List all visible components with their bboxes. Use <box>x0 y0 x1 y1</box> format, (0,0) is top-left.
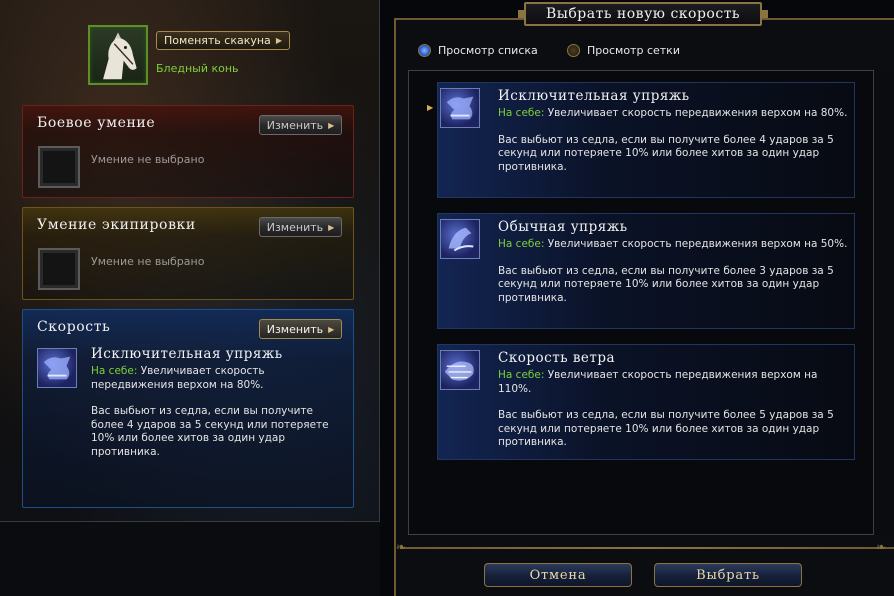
speed-selected-name: Исключительная упряжь <box>91 346 283 362</box>
combat-skill-slot: Боевое умение Изменить ▶ Умение не выбра… <box>22 105 354 198</box>
speed-selected-description: На себе: Увеличивает скорость передвижен… <box>91 365 343 459</box>
item-dismount: Вас выбьют из седла, если вы получите бо… <box>498 264 834 304</box>
item-effect: Увеличивает скорость передвижения верхом… <box>547 238 848 250</box>
left-bottom-strip <box>0 522 380 596</box>
item-effect: Увеличивает скорость передвижения верхом… <box>498 369 818 395</box>
horse-portrait <box>88 25 148 85</box>
harness-icon[interactable] <box>37 348 77 388</box>
grid-view-label: Просмотр сетки <box>587 44 680 57</box>
change-mount-label: Поменять скакуна <box>164 34 271 47</box>
on-self-label: На себе: <box>498 369 545 381</box>
equipment-skill-slot: Умение экипировки Изменить ▶ Умение не в… <box>22 207 354 300</box>
combat-empty-slot[interactable] <box>38 146 80 188</box>
equipment-empty-slot[interactable] <box>38 248 80 290</box>
select-button[interactable]: Выбрать <box>654 563 802 587</box>
equipment-empty-label: Умение не выбрано <box>91 255 205 268</box>
speed-slot: Скорость Изменить ▶ Исключительная упряж… <box>22 309 354 508</box>
radio-selected-icon <box>418 44 431 57</box>
item-dismount: Вас выбьют из седла, если вы получите бо… <box>498 133 834 173</box>
speed-title: Скорость <box>37 319 111 335</box>
mount-loadout-panel: Поменять скакуна ▶ Бледный конь Боевое у… <box>0 0 380 522</box>
horse-head-icon <box>103 32 137 80</box>
dialog-title: Выбрать новую скорость <box>518 2 768 26</box>
ornament-icon: ❧ <box>876 540 887 554</box>
item-description: На себе: Увеличивает скорость передвижен… <box>498 369 848 450</box>
selection-arrow-icon: ▶ <box>427 103 434 112</box>
cancel-button[interactable]: Отмена <box>484 563 632 587</box>
arrow-right-icon: ▶ <box>275 36 282 45</box>
grid-view-radio[interactable]: Просмотр сетки <box>567 44 680 57</box>
item-name: Исключительная упряжь <box>498 88 690 104</box>
item-dismount: Вас выбьют из седла, если вы получите бо… <box>498 409 834 448</box>
list-view-label: Просмотр списка <box>438 44 538 57</box>
list-item[interactable]: Обычная упряжь На себе: Увеличивает скор… <box>437 213 855 329</box>
arrow-right-icon: ▶ <box>328 120 335 130</box>
on-self-label: На себе: <box>498 238 545 250</box>
mount-name: Бледный конь <box>156 62 239 75</box>
list-item[interactable]: Скорость ветра На себе: Увеличивает скор… <box>437 344 855 460</box>
speed-change-button[interactable]: Изменить ▶ <box>259 319 342 339</box>
combat-change-button[interactable]: Изменить ▶ <box>259 115 342 135</box>
ornament-icon: ❧ <box>396 540 407 554</box>
harness-icon <box>440 219 480 259</box>
list-item[interactable]: Исключительная упряжь На себе: Увеличива… <box>437 82 855 198</box>
wind-icon <box>440 350 480 390</box>
combat-empty-label: Умение не выбрано <box>91 153 205 166</box>
radio-unselected-icon <box>567 44 580 57</box>
arrow-right-icon: ▶ <box>328 222 335 232</box>
equipment-change-button[interactable]: Изменить ▶ <box>259 217 342 237</box>
change-mount-button[interactable]: Поменять скакуна ▶ <box>156 31 290 50</box>
speed-change-label: Изменить <box>266 322 324 336</box>
on-self-label: На себе: <box>498 107 545 119</box>
combat-skill-title: Боевое умение <box>37 115 156 131</box>
item-description: На себе: Увеличивает скорость передвижен… <box>498 238 848 305</box>
arrow-right-icon: ▶ <box>328 324 335 334</box>
item-name: Скорость ветра <box>498 350 616 366</box>
list-view-radio[interactable]: Просмотр списка <box>418 44 538 57</box>
list-scroll-area[interactable] <box>874 70 894 535</box>
speed-dismount: Вас выбьют из седла, если вы получите бо… <box>91 405 329 458</box>
item-name: Обычная упряжь <box>498 219 628 235</box>
equipment-skill-title: Умение экипировки <box>37 217 196 233</box>
equipment-change-label: Изменить <box>266 220 324 234</box>
speed-options-list: ▶ Исключительная упряжь На себе: Увеличи… <box>408 70 874 535</box>
on-self-label: На себе: <box>91 365 138 377</box>
item-description: На себе: Увеличивает скорость передвижен… <box>498 107 848 174</box>
dialog-divider <box>400 547 894 549</box>
combat-change-label: Изменить <box>266 118 324 132</box>
harness-icon <box>440 88 480 128</box>
item-effect: Увеличивает скорость передвижения верхом… <box>547 107 848 119</box>
